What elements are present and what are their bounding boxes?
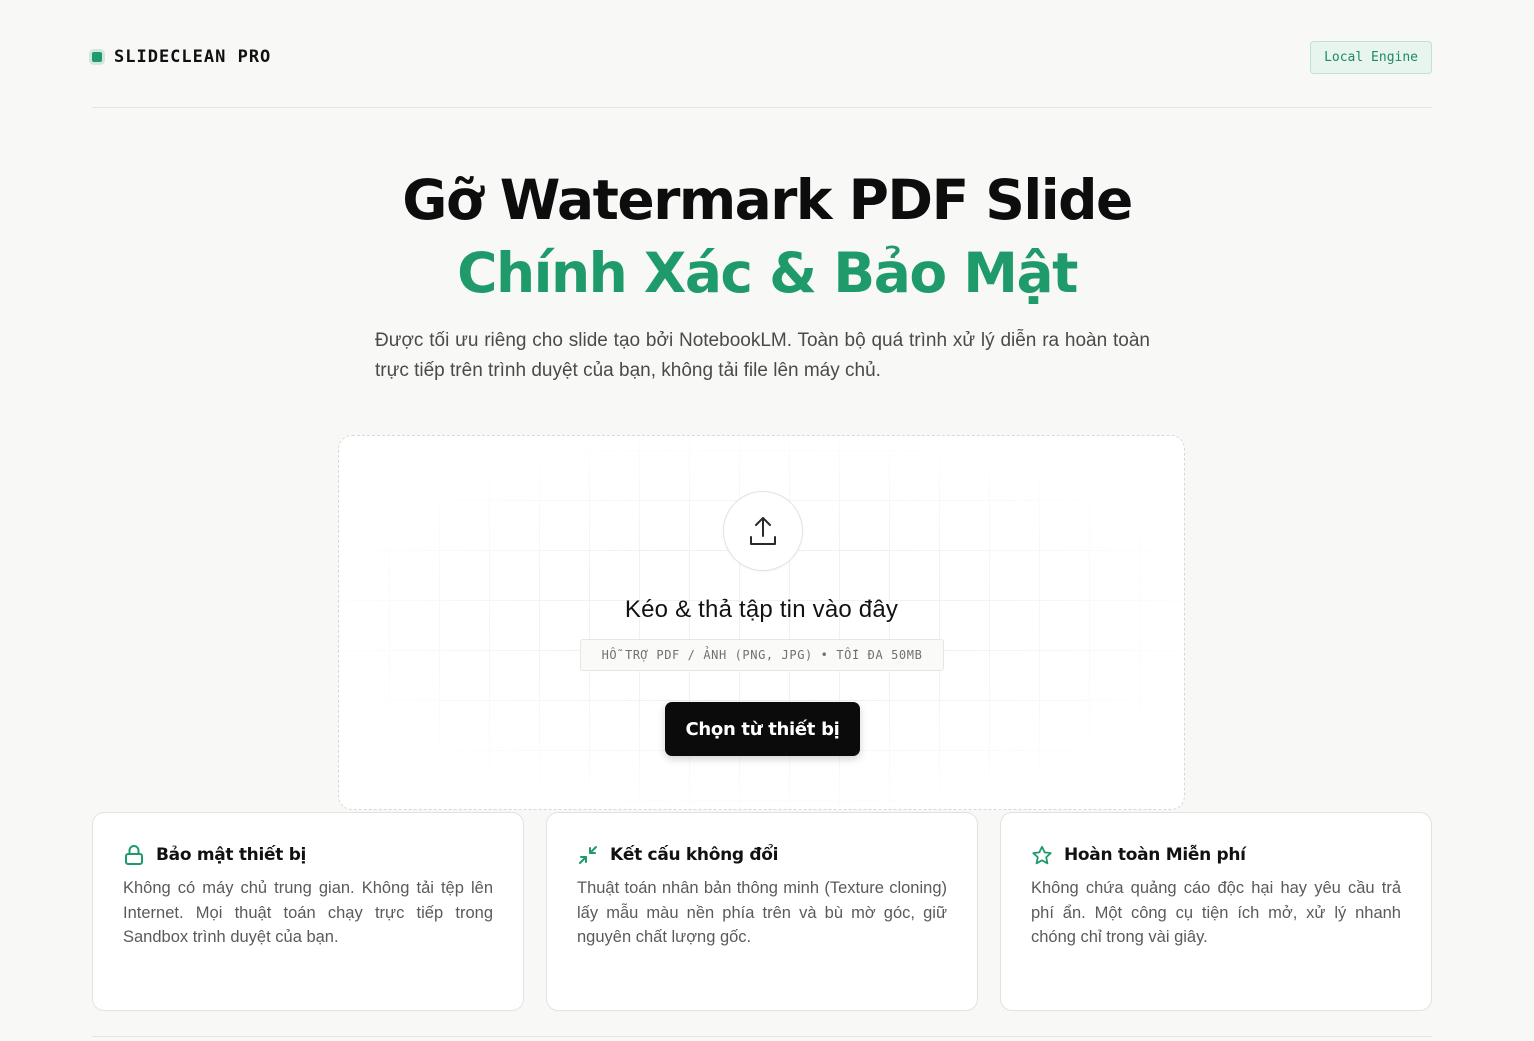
lock-icon xyxy=(123,844,145,866)
star-icon xyxy=(1031,844,1053,866)
page: SLIDECLEAN PRO Local Engine Gỡ Watermark… xyxy=(0,0,1534,1041)
hero-description: Được tối ưu riêng cho slide tạo bởi Note… xyxy=(375,330,1150,381)
feature-card-title: Bảo mật thiết bị xyxy=(156,845,307,865)
feature-card-title: Kết cấu không đổi xyxy=(610,845,779,865)
hero-title-line2: Chính Xác & Bảo Mật xyxy=(457,241,1078,305)
engine-status-badge: Local Engine xyxy=(1310,41,1432,74)
upload-dropzone[interactable]: Kéo & thả tập tin vào đây HỖ TRỢ PDF / Ả… xyxy=(338,435,1185,810)
feature-card-header: Hoàn toàn Miễn phí xyxy=(1031,844,1246,866)
feature-card-texture: Kết cấu không đổi Thuật toán nhân bản th… xyxy=(546,812,978,1011)
hero-title: Gỡ Watermark PDF Slide Chính Xác & Bảo M… xyxy=(0,164,1534,310)
feature-card-header: Kết cấu không đổi xyxy=(577,844,778,866)
hero-title-line1: Gỡ Watermark PDF Slide xyxy=(402,168,1133,232)
choose-file-button[interactable]: Chọn từ thiết bị xyxy=(665,702,860,756)
upload-hint: HỖ TRỢ PDF / ẢNH (PNG, JPG) • TỐI ĐA 50M… xyxy=(580,639,944,671)
top-bar: SLIDECLEAN PRO Local Engine xyxy=(92,0,1432,108)
upload-title: Kéo & thả tập tin vào đây xyxy=(624,596,899,623)
brand-name: SLIDECLEAN PRO xyxy=(114,47,272,67)
footer-divider xyxy=(92,1036,1432,1037)
minimize-arrows-icon xyxy=(577,844,599,866)
feature-card-text: Thuật toán nhân bản thông minh (Texture … xyxy=(577,879,947,946)
brand-logo-dot xyxy=(92,52,102,62)
brand[interactable]: SLIDECLEAN PRO xyxy=(92,47,271,67)
upload-icon xyxy=(723,491,803,571)
feature-card-text: Không có máy chủ trung gian. Không tải t… xyxy=(123,879,493,946)
feature-card-header: Bảo mật thiết bị xyxy=(123,844,306,866)
feature-card-security: Bảo mật thiết bị Không có máy chủ trung … xyxy=(92,812,524,1011)
feature-card-title: Hoàn toàn Miễn phí xyxy=(1064,845,1246,865)
feature-card-free: Hoàn toàn Miễn phí Không chứa quảng cáo … xyxy=(1000,812,1432,1011)
feature-card-text: Không chứa quảng cáo độc hại hay yêu cầu… xyxy=(1031,879,1401,946)
